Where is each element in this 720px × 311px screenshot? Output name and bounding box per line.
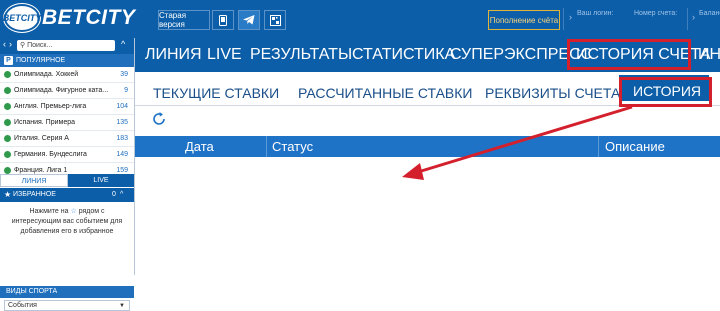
- search-placeholder: Поиск...: [27, 42, 53, 49]
- history-table-header: Дата Статус Описание: [135, 136, 720, 157]
- column-description[interactable]: Описание: [605, 139, 665, 154]
- logo-text: BETCITY: [42, 6, 136, 29]
- search-row: ‹ › ⚲ Поиск... ^: [0, 38, 134, 54]
- fav-hint-3: добавления его в избранное: [20, 228, 114, 235]
- chevron-up-icon[interactable]: ^: [120, 188, 123, 202]
- login-info: › Ваш логин:: [569, 9, 614, 22]
- popular-label: ПОПУЛЯРНОЕ: [16, 57, 66, 64]
- tab-current-bets[interactable]: ТЕКУЩИЕ СТАВКИ: [153, 85, 279, 101]
- sport-icon: [4, 87, 11, 94]
- fav-hint-1: Нажмите на: [29, 208, 69, 215]
- refresh-icon: [153, 112, 165, 125]
- arrow-head: [402, 163, 424, 180]
- sport-icon: [4, 167, 11, 174]
- history-tab-highlight: [619, 77, 712, 107]
- balance-info[interactable]: › Баланс: [692, 9, 720, 22]
- column-divider: [598, 136, 599, 157]
- sport-count: 9: [124, 87, 128, 94]
- login-label: Ваш логин:: [577, 10, 614, 17]
- sport-label: Англия. Премьер-лига: [14, 103, 87, 110]
- column-divider: [266, 136, 267, 157]
- account-label: Номер счета:: [634, 10, 678, 17]
- favorites-header[interactable]: ★ ИЗБРАННОЕ 0 ^: [0, 188, 134, 202]
- sport-list-item[interactable]: Италия. Серия А 183: [0, 131, 134, 147]
- top-header: BETCITY BETCITY Старая версия Пополнение…: [0, 0, 720, 38]
- account-info: Номер счета:: [634, 9, 677, 18]
- nav-line[interactable]: ЛИНИЯ: [145, 46, 202, 64]
- chevron-left-icon[interactable]: ‹: [3, 39, 6, 49]
- balance-label: Баланс: [699, 10, 720, 17]
- mobile-button[interactable]: [212, 10, 234, 30]
- nav-live[interactable]: LIVE: [207, 46, 242, 64]
- sport-list: Олимпиада. Хоккей 39 Олимпиада. Фигурное к…: [0, 67, 134, 179]
- nav-results[interactable]: РЕЗУЛЬТАТЫ: [250, 46, 352, 64]
- sport-list-item[interactable]: Испания. Примера 135: [0, 115, 134, 131]
- telegram-button[interactable]: [238, 10, 260, 30]
- line-live-tabs: ЛИНИЯ LIVE: [0, 174, 134, 187]
- popular-icon: P: [4, 56, 13, 65]
- favorites-hint: Нажмите на ☆ рядом с интересующим вас со…: [0, 207, 134, 237]
- sport-count: 149: [116, 151, 128, 158]
- telegram-icon: [243, 15, 255, 25]
- qr-icon: [269, 14, 281, 26]
- chevron-icon: ›: [569, 12, 572, 22]
- old-version-button[interactable]: Старая версия: [158, 10, 210, 30]
- fav-hint-2: интересующим вас событием для: [11, 218, 123, 225]
- fav-hint-1b: рядом с: [78, 208, 105, 215]
- sport-list-item[interactable]: Олимпиада. Фигурное ката... 9: [0, 83, 134, 99]
- events-select-value: События: [8, 302, 37, 309]
- tab-settled-bets[interactable]: РАССЧИТАННЫЕ СТАВКИ: [298, 85, 472, 101]
- sport-types-header[interactable]: ВИДЫ СПОРТА: [0, 286, 134, 298]
- tab-live[interactable]: LIVE: [68, 174, 134, 187]
- sport-label: Олимпиада. Фигурное ката...: [14, 87, 109, 94]
- header-divider: [563, 8, 564, 30]
- events-select[interactable]: События ▼: [4, 300, 130, 311]
- sport-count: 104: [116, 103, 128, 110]
- chevron-up-icon[interactable]: ^: [121, 39, 125, 49]
- sport-label: Германия. Бундеслига: [14, 151, 87, 158]
- tab-line[interactable]: ЛИНИЯ: [0, 174, 68, 187]
- header-divider-2: [687, 8, 688, 30]
- sport-count: 183: [116, 135, 128, 142]
- sport-icon: [4, 135, 11, 142]
- column-status[interactable]: Статус: [272, 139, 313, 154]
- favorites-label: ИЗБРАННОЕ: [13, 191, 56, 198]
- column-date[interactable]: Дата: [185, 139, 214, 154]
- favorites-count: 0: [112, 191, 116, 198]
- sport-count: 135: [116, 119, 128, 126]
- sport-label: Олимпиада. Хоккей: [14, 71, 79, 78]
- sidebar: ‹ › ⚲ Поиск... ^ P ПОПУЛЯРНОЕ Олимпиада.…: [0, 38, 135, 311]
- sport-list-item[interactable]: Германия. Бундеслига 149: [0, 147, 134, 163]
- tab-account-details[interactable]: РЕКВИЗИТЫ СЧЕТА: [485, 85, 620, 101]
- popular-header[interactable]: P ПОПУЛЯРНОЕ: [0, 54, 134, 67]
- star-icon: ★: [4, 190, 12, 199]
- star-outline-icon: ☆: [70, 208, 77, 215]
- sport-icon: [4, 71, 11, 78]
- sport-list-item[interactable]: Англия. Премьер-лига 104: [0, 99, 134, 115]
- sport-count: 39: [120, 71, 128, 78]
- refresh-button[interactable]: [150, 110, 168, 133]
- mobile-icon: [219, 14, 227, 26]
- sport-label: Италия. Серия А: [14, 135, 69, 142]
- nav-statistics[interactable]: СТАТИСТИКА: [352, 46, 455, 64]
- top-up-button[interactable]: Пополнение счёта: [488, 10, 560, 30]
- chevron-icon: ›: [692, 12, 695, 22]
- logo-badge: BETCITY: [3, 4, 41, 32]
- sport-icon: [4, 119, 11, 126]
- logo[interactable]: BETCITY BETCITY: [3, 4, 136, 32]
- dropdown-icon: ▼: [119, 303, 125, 309]
- chevron-right-icon[interactable]: ›: [9, 39, 12, 49]
- sport-label: Испания. Примера: [14, 119, 75, 126]
- sport-icon: [4, 151, 11, 158]
- nav-more[interactable]: ИНС: [698, 46, 720, 64]
- account-history-highlight: [567, 39, 691, 70]
- sport-list-item[interactable]: Олимпиада. Хоккей 39: [0, 67, 134, 83]
- search-input[interactable]: ⚲ Поиск...: [17, 40, 115, 51]
- qr-button[interactable]: [264, 10, 286, 30]
- sport-icon: [4, 103, 11, 110]
